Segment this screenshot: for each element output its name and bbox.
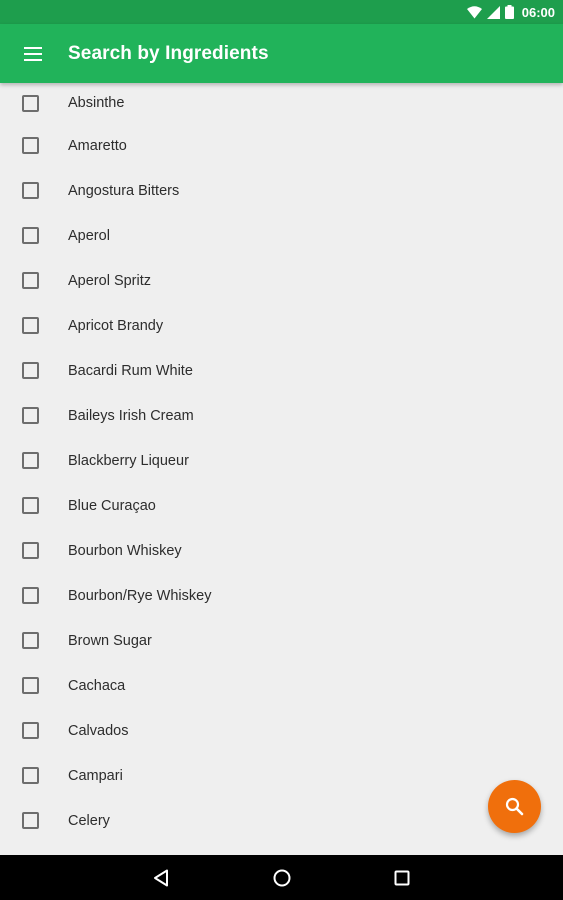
ingredient-list[interactable]: Absinthe Amaretto Angostura Bitters Aperol A… xyxy=(0,83,563,855)
home-icon xyxy=(273,869,291,886)
ingredient-row[interactable]: Bourbon/Rye Whiskey xyxy=(0,573,563,618)
home-button[interactable] xyxy=(252,855,312,900)
ingredient-label: Celery xyxy=(68,812,110,829)
ingredient-checkbox[interactable] xyxy=(22,497,39,514)
battery-icon xyxy=(504,5,514,19)
status-bar: 06:00 xyxy=(0,0,563,24)
ingredient-label: Apricot Brandy xyxy=(68,317,164,334)
ingredient-checkbox[interactable] xyxy=(22,94,39,112)
ingredient-row[interactable]: Aperol Spritz xyxy=(0,258,563,303)
ingredient-label: Angostura Bitters xyxy=(68,182,180,199)
search-button[interactable] xyxy=(488,780,541,833)
ingredient-checkbox[interactable] xyxy=(22,137,39,154)
ingredient-row[interactable]: Bacardi Rum White xyxy=(0,348,563,393)
status-time: 06:00 xyxy=(521,4,555,20)
ingredient-label: Aperol Spritz xyxy=(68,272,152,289)
back-button[interactable] xyxy=(131,855,191,900)
back-icon xyxy=(154,869,168,886)
ingredient-checkbox[interactable] xyxy=(22,182,39,199)
ingredient-checkbox[interactable] xyxy=(22,452,39,469)
signal-icon xyxy=(486,5,500,19)
ingredient-checkbox[interactable] xyxy=(22,407,39,424)
ingredient-row[interactable]: Apricot Brandy xyxy=(0,303,563,348)
page-title: Search by Ingredients xyxy=(68,42,269,64)
ingredient-label: Blue Curaçao xyxy=(68,497,156,514)
ingredient-label: Bacardi Rum White xyxy=(68,362,193,379)
hamburger-menu-icon xyxy=(24,46,42,61)
ingredient-row[interactable]: Blue Curaçao xyxy=(0,483,563,528)
ingredient-row[interactable]: Celery xyxy=(0,798,563,843)
ingredient-row[interactable]: Blackberry Liqueur xyxy=(0,438,563,483)
ingredient-row[interactable]: Campari xyxy=(0,753,563,798)
wifi-icon xyxy=(466,5,482,18)
ingredient-label: Brown Sugar xyxy=(68,632,152,649)
ingredient-label: Cachaca xyxy=(68,677,126,694)
ingredient-checkbox[interactable] xyxy=(22,362,39,379)
ingredient-checkbox[interactable] xyxy=(22,812,39,829)
ingredient-row[interactable]: Brown Sugar xyxy=(0,618,563,663)
ingredient-checkbox[interactable] xyxy=(22,227,39,244)
ingredient-row[interactable]: Absinthe xyxy=(0,83,563,123)
ingredient-row[interactable]: Bourbon Whiskey xyxy=(0,528,563,573)
ingredient-row[interactable]: Angostura Bitters xyxy=(0,168,563,213)
ingredient-label: Campari xyxy=(68,767,123,784)
recents-button[interactable] xyxy=(372,855,432,900)
ingredient-label: Bourbon Whiskey xyxy=(68,542,182,559)
ingredient-checkbox[interactable] xyxy=(22,722,39,739)
ingredient-checkbox[interactable] xyxy=(22,767,39,784)
search-icon xyxy=(505,797,523,815)
navigation-bar xyxy=(0,855,563,900)
ingredient-row[interactable]: Calvados xyxy=(0,708,563,753)
ingredient-row[interactable]: Baileys Irish Cream xyxy=(0,393,563,438)
recents-icon xyxy=(394,870,410,885)
ingredient-label: Amaretto xyxy=(68,137,127,154)
ingredient-checkbox[interactable] xyxy=(22,587,39,604)
menu-button[interactable] xyxy=(0,24,68,83)
app-bar: Search by Ingredients xyxy=(0,24,563,83)
ingredient-label: Absinthe xyxy=(68,95,125,111)
ingredient-checkbox[interactable] xyxy=(22,542,39,559)
ingredient-label: Blackberry Liqueur xyxy=(68,452,189,469)
ingredient-checkbox[interactable] xyxy=(22,317,39,334)
ingredient-label: Calvados xyxy=(68,722,129,739)
ingredient-label: Bourbon/Rye Whiskey xyxy=(68,587,212,604)
ingredient-checkbox[interactable] xyxy=(22,632,39,649)
ingredient-row[interactable]: Amaretto xyxy=(0,123,563,168)
ingredient-row[interactable]: Cachaca xyxy=(0,663,563,708)
ingredient-row[interactable]: Aperol xyxy=(0,213,563,258)
ingredient-label: Aperol xyxy=(68,227,110,244)
ingredient-label: Baileys Irish Cream xyxy=(68,407,194,424)
ingredient-checkbox[interactable] xyxy=(22,677,39,694)
ingredient-checkbox[interactable] xyxy=(22,272,39,289)
